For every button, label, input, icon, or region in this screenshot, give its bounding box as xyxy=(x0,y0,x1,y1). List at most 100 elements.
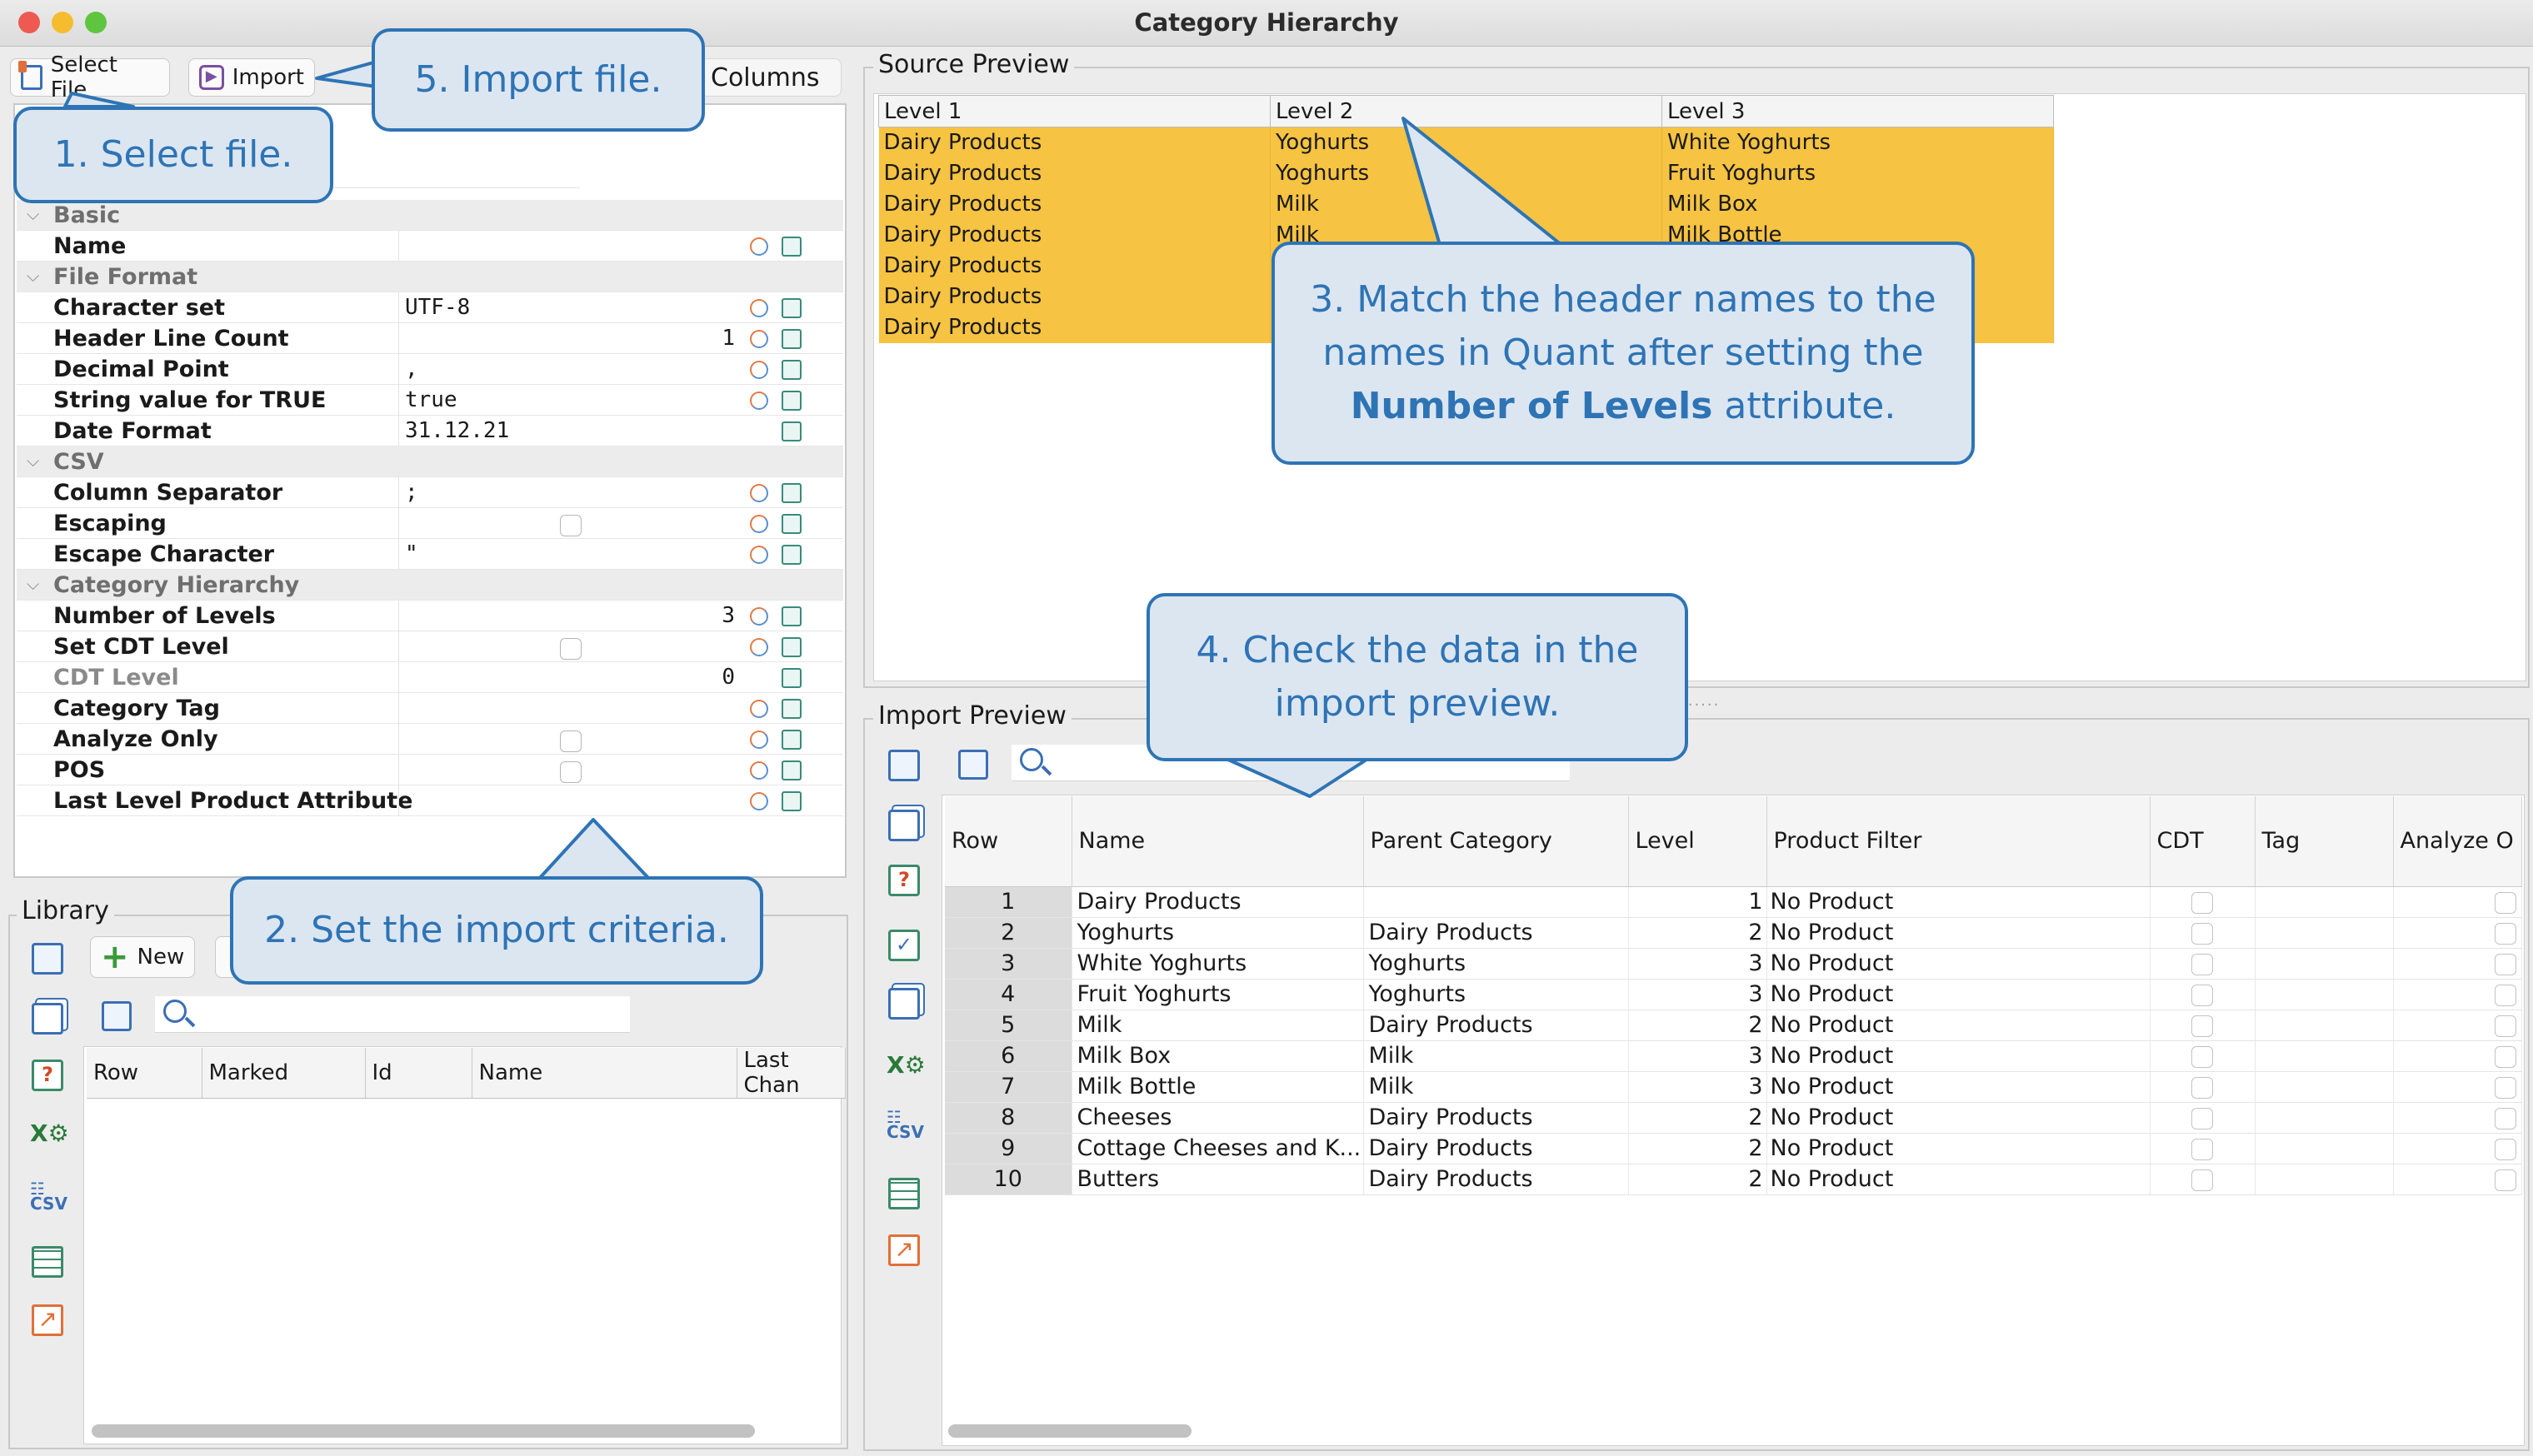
tag-cell[interactable] xyxy=(2255,886,2394,918)
edit-property-icon[interactable] xyxy=(782,237,802,257)
import-copy-icon[interactable] xyxy=(888,810,920,841)
edit-property-icon[interactable] xyxy=(782,637,802,657)
source-row[interactable]: Dairy Products Yoghurts White Yoghurts xyxy=(878,127,2054,158)
property-row[interactable]: Column Separator; xyxy=(17,477,843,508)
edit-property-icon[interactable] xyxy=(782,730,802,750)
property-number[interactable]: 1 xyxy=(722,326,735,351)
import-column-header[interactable]: CDT xyxy=(2150,796,2256,887)
library-column-header[interactable]: Marked xyxy=(202,1048,366,1099)
reset-default-icon[interactable] xyxy=(750,391,768,410)
property-row[interactable]: String value for TRUE true xyxy=(17,385,843,416)
chevron-down-icon[interactable]: ⌵ xyxy=(27,266,39,286)
import-grid-icon[interactable] xyxy=(888,1178,920,1209)
library-column-header[interactable]: Row xyxy=(87,1048,202,1099)
edit-property-icon[interactable] xyxy=(782,760,802,780)
tag-cell[interactable] xyxy=(2255,1164,2394,1195)
edit-property-icon[interactable] xyxy=(782,298,802,318)
library-column-header[interactable]: Last Chan xyxy=(737,1048,846,1099)
import-column-header[interactable]: Product Filter xyxy=(1766,796,2151,887)
property-category[interactable]: ⌵ Category Hierarchy xyxy=(17,570,843,601)
import-row[interactable]: 7 Milk Bottle Milk 3 No Product xyxy=(945,1071,2522,1103)
tag-cell[interactable] xyxy=(2255,1102,2394,1134)
property-category[interactable]: ⌵ Basic xyxy=(17,200,843,231)
source-column-header[interactable]: Level 2 xyxy=(1270,95,1662,127)
analyze-only-checkbox[interactable] xyxy=(2494,891,2516,914)
edit-property-icon[interactable] xyxy=(782,545,802,565)
property-checkbox[interactable] xyxy=(560,761,582,783)
property-value[interactable]: ; xyxy=(405,480,418,505)
cdt-checkbox[interactable] xyxy=(2191,1045,2213,1068)
reset-default-icon[interactable] xyxy=(750,730,768,749)
property-checkbox[interactable] xyxy=(560,638,582,660)
edit-property-icon[interactable] xyxy=(782,360,802,380)
import-button[interactable]: ▶ Import xyxy=(188,58,315,97)
reset-default-icon[interactable] xyxy=(750,515,768,533)
tag-cell[interactable] xyxy=(2255,1040,2394,1072)
import-row[interactable]: 9 Cottage Cheeses and K... Dairy Products 2… xyxy=(945,1133,2522,1164)
property-category[interactable]: ⌵ CSV xyxy=(17,446,843,477)
library-column-header[interactable]: Id xyxy=(365,1048,472,1099)
cdt-checkbox[interactable] xyxy=(2191,984,2213,1006)
library-search-input[interactable] xyxy=(155,996,630,1033)
analyze-only-checkbox[interactable] xyxy=(2494,953,2516,975)
grid-icon[interactable] xyxy=(32,1246,63,1278)
chevron-down-icon[interactable]: ⌵ xyxy=(27,574,39,594)
analyze-only-checkbox[interactable] xyxy=(2494,1169,2516,1191)
analyze-only-checkbox[interactable] xyxy=(2494,1015,2516,1037)
help-icon[interactable]: ? xyxy=(32,1060,63,1091)
chevron-down-icon[interactable]: ⌵ xyxy=(27,204,39,224)
property-value[interactable]: " xyxy=(405,541,418,566)
import-excel-icon[interactable]: X⚙ xyxy=(887,1051,926,1083)
tag-cell[interactable] xyxy=(2255,917,2394,949)
reset-default-icon[interactable] xyxy=(750,792,768,810)
cdt-checkbox[interactable] xyxy=(2191,1138,2213,1160)
cdt-checkbox[interactable] xyxy=(2191,1169,2213,1191)
tag-cell[interactable] xyxy=(2255,1071,2394,1103)
reset-default-icon[interactable] xyxy=(750,361,768,379)
mark-all-icon[interactable] xyxy=(32,943,63,975)
select-file-button[interactable]: Select File xyxy=(10,52,170,102)
import-row[interactable]: 5 Milk Dairy Products 2 No Product xyxy=(945,1010,2522,1041)
excel-export-icon[interactable]: X⚙ xyxy=(30,1119,69,1151)
tab-columns[interactable]: Columns xyxy=(700,58,842,97)
library-horizontal-scrollbar[interactable] xyxy=(92,1424,755,1438)
import-row[interactable]: 10 Butters Dairy Products 2 No Product xyxy=(945,1164,2522,1195)
chevron-down-icon[interactable]: ⌵ xyxy=(27,451,39,471)
import-csv-icon[interactable]: ☷ CSV xyxy=(887,1109,924,1141)
reset-default-icon[interactable] xyxy=(750,484,768,502)
edit-property-icon[interactable] xyxy=(782,391,802,411)
property-row[interactable]: Set CDT Level xyxy=(17,631,843,662)
analyze-only-checkbox[interactable] xyxy=(2494,1045,2516,1068)
property-number[interactable]: 3 xyxy=(722,603,735,628)
property-checkbox[interactable] xyxy=(560,730,582,752)
reset-default-icon[interactable] xyxy=(750,700,768,718)
property-row[interactable]: Analyze Only xyxy=(17,724,843,755)
analyze-only-checkbox[interactable] xyxy=(2494,1107,2516,1129)
import-row[interactable]: 2 Yoghurts Dairy Products 2 No Product xyxy=(945,917,2522,949)
cdt-checkbox[interactable] xyxy=(2191,1107,2213,1129)
import-horizontal-scrollbar[interactable] xyxy=(948,1424,1192,1438)
import-column-header[interactable]: Parent Category xyxy=(1363,796,1629,887)
new-button[interactable]: + New xyxy=(90,936,195,978)
csv-export-icon[interactable]: ☷ CSV xyxy=(30,1180,67,1213)
edit-property-icon[interactable] xyxy=(782,421,802,441)
property-row[interactable]: Escape Character " xyxy=(17,539,843,570)
import-row[interactable]: 6 Milk Box Milk 3 No Product xyxy=(945,1040,2522,1072)
property-value[interactable]: true xyxy=(405,387,457,412)
analyze-only-checkbox[interactable] xyxy=(2494,984,2516,1006)
source-column-header[interactable]: Level 3 xyxy=(1661,95,2054,127)
import-mark-icon[interactable]: ✓ xyxy=(888,930,920,961)
property-row[interactable]: Date Format 31.12.21 xyxy=(17,416,843,446)
import-row[interactable]: 8 Cheeses Dairy Products 2 No Product xyxy=(945,1102,2522,1134)
edit-property-icon[interactable] xyxy=(782,329,802,349)
edit-property-icon[interactable] xyxy=(782,699,802,719)
property-row[interactable]: Last Level Product Attribute xyxy=(17,785,843,816)
property-number[interactable]: 0 xyxy=(722,665,735,690)
property-row[interactable]: POS xyxy=(17,755,843,785)
property-checkbox[interactable] xyxy=(560,515,582,536)
edit-property-icon[interactable] xyxy=(782,483,802,503)
reset-default-icon[interactable] xyxy=(750,299,768,317)
cdt-checkbox[interactable] xyxy=(2191,1076,2213,1099)
analyze-only-checkbox[interactable] xyxy=(2494,1076,2516,1099)
reset-default-icon[interactable] xyxy=(750,330,768,348)
